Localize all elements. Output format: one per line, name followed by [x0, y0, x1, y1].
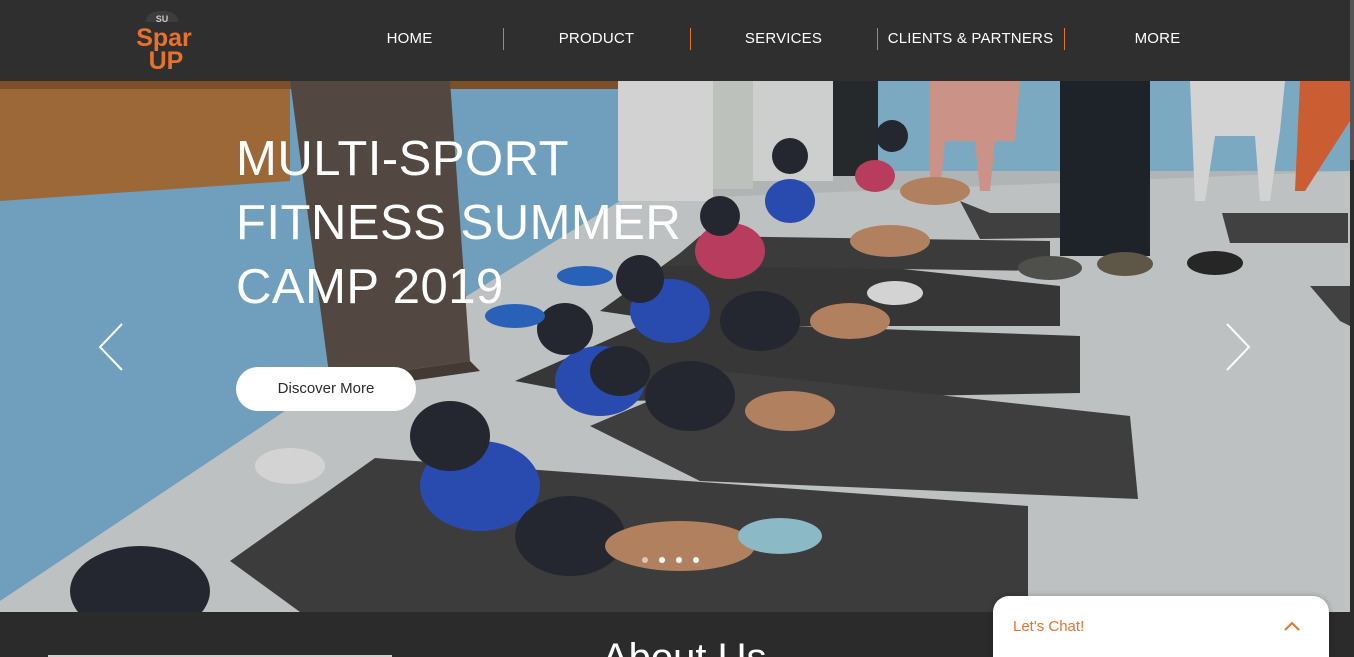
main-nav: HOME PRODUCT SERVICES CLIENTS & PARTNERS…: [316, 24, 1251, 54]
hero-title: MULTI-SPORT FITNESS SUMMER CAMP 2019: [236, 127, 696, 319]
slide-dot-3[interactable]: [676, 557, 682, 563]
sparup-logo[interactable]: SU Spar UP: [126, 8, 204, 72]
slide-dot-4[interactable]: [693, 557, 699, 563]
chevron-up-icon[interactable]: [1284, 620, 1300, 632]
slide-dot-2[interactable]: [659, 557, 665, 563]
hero-title-line-3: CAMP 2019: [236, 260, 504, 314]
logo-line-2: UP: [149, 47, 184, 72]
nav-more[interactable]: MORE: [1064, 24, 1251, 54]
page-scrollbar[interactable]: [1350, 0, 1354, 657]
nav-product[interactable]: PRODUCT: [503, 24, 690, 54]
chat-widget[interactable]: Let's Chat!: [993, 596, 1329, 657]
chevron-left-icon[interactable]: [97, 322, 127, 372]
chevron-right-icon[interactable]: [1222, 322, 1252, 372]
site-header: SU Spar UP HOME PRODUCT SERVICES CLIENTS…: [0, 0, 1354, 81]
slide-dot-1[interactable]: [642, 557, 648, 563]
discover-more-button[interactable]: Discover More: [236, 367, 416, 411]
nav-services[interactable]: SERVICES: [690, 24, 877, 54]
hero-slideshow: MULTI-SPORT FITNESS SUMMER CAMP 2019 Dis…: [0, 81, 1350, 612]
nav-home[interactable]: HOME: [316, 24, 503, 54]
logo-badge: SU: [156, 14, 169, 24]
slide-indicators: [642, 557, 699, 563]
scrollbar-thumb[interactable]: [1350, 0, 1354, 160]
about-title: About Us: [602, 634, 767, 657]
hero-title-line-1: MULTI-SPORT: [236, 132, 570, 186]
chat-label: Let's Chat!: [1013, 618, 1085, 635]
nav-clients-partners[interactable]: CLIENTS & PARTNERS: [877, 24, 1064, 54]
hero-title-line-2: FITNESS SUMMER: [236, 196, 682, 250]
